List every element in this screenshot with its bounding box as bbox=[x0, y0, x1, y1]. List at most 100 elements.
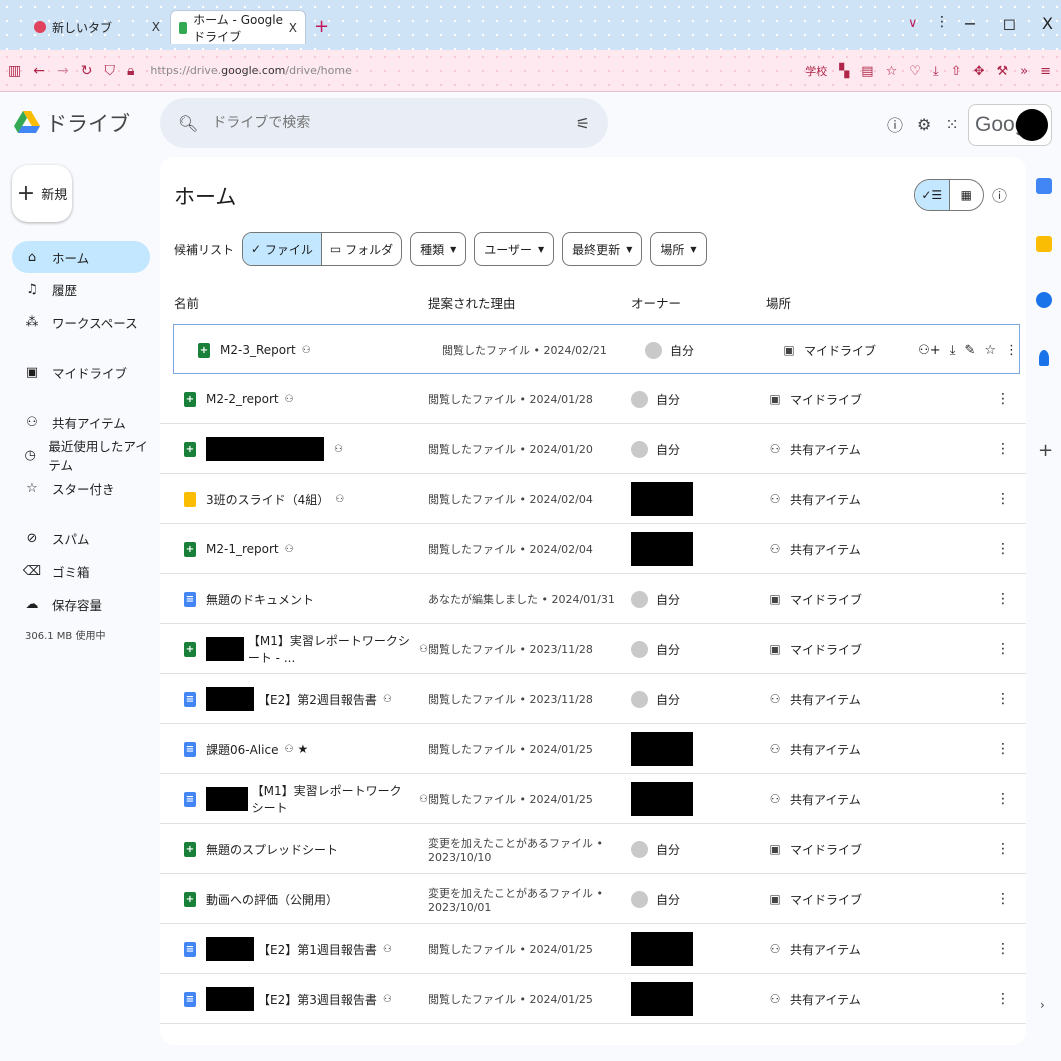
more-vert-icon[interactable]: ⋮ bbox=[996, 524, 1012, 574]
filter-chip-user[interactable]: ユーザー ▼ bbox=[474, 232, 555, 266]
more-vert-icon[interactable]: ⋮ bbox=[996, 674, 1012, 724]
search-bar[interactable]: 🔍︎ ⚟ bbox=[160, 98, 608, 148]
table-row[interactable]: ≡ 課題06-Alice ⚇ ★ 閲覧したファイル • 2024/01/25 ⚇ 共有アイテ… bbox=[160, 724, 1026, 774]
filter-chip-location[interactable]: 場所 ▼ bbox=[650, 232, 707, 266]
grid-view-button[interactable]: ▦ bbox=[950, 180, 984, 210]
extension-icon[interactable]: ▚ bbox=[839, 64, 849, 79]
more-vert-icon[interactable]: ⋮ bbox=[935, 14, 949, 30]
share-icon[interactable]: ⇧ bbox=[951, 64, 962, 79]
tab-list-icon[interactable]: ∨ bbox=[908, 16, 918, 31]
table-row[interactable]: ≡ 無題のドキュメント あなたが編集しました • 2024/01/31 自分 ▣ マイドラ… bbox=[160, 574, 1026, 624]
tab-google-drive[interactable]: ホーム - Google ドライブ X bbox=[170, 10, 306, 44]
sidebar-item-label: 共有アイテム bbox=[52, 415, 126, 431]
table-row[interactable]: ≡ 【M1】実習レポートワークシート ⚇ 閲覧したファイル • 2024/01/25 ⚇… bbox=[160, 774, 1026, 824]
table-row[interactable]: ≡ 【E2】第3週目報告書 ⚇ 閲覧したファイル • 2024/01/25 ⚇ 共有アイテ… bbox=[160, 974, 1026, 1024]
share-icon[interactable]: ⚇+ bbox=[918, 343, 941, 358]
more-vert-icon[interactable]: ⋮ bbox=[996, 574, 1012, 624]
search-input[interactable] bbox=[210, 114, 571, 132]
account-chip[interactable]: Google bbox=[968, 104, 1052, 146]
minimize-button[interactable]: − bbox=[963, 14, 976, 33]
col-name[interactable]: 名前 bbox=[174, 293, 199, 312]
download-icon[interactable]: ⤓ bbox=[950, 343, 956, 358]
menu-icon[interactable]: ≡ bbox=[1040, 64, 1051, 79]
search-options-icon[interactable]: ⚟ bbox=[576, 114, 590, 133]
keep-icon[interactable] bbox=[1036, 236, 1052, 252]
maximize-button[interactable]: ◻ bbox=[1003, 14, 1016, 33]
segment-files[interactable]: ✓ ファイル bbox=[243, 233, 322, 265]
add-addon-icon[interactable]: + bbox=[1038, 440, 1053, 461]
table-row[interactable]: ≡ 【E2】第2週目報告書 ⚇ 閲覧したファイル • 2023/11/28 自分 ⚇ 共有ア… bbox=[160, 674, 1026, 724]
new-button[interactable]: + 新規 bbox=[12, 165, 72, 222]
gear-icon[interactable]: ⚙ bbox=[917, 115, 931, 134]
tab-close-icon[interactable]: X bbox=[152, 20, 160, 34]
table-row[interactable]: 3班のスライド（4組） ⚇ 閲覧したファイル • 2024/02/04 ⚇ 共有アイテム… bbox=[160, 474, 1026, 524]
filter-chip-type[interactable]: 種類 ▼ bbox=[410, 232, 467, 266]
more-vert-icon[interactable]: ⋮ bbox=[996, 874, 1012, 924]
avatar[interactable] bbox=[1016, 109, 1048, 141]
table-row[interactable]: + 【M1】実習レポートワークシート - ... ⚇ 閲覧したファイル • 2023/… bbox=[160, 624, 1026, 674]
list-view-button[interactable]: ✓☰ bbox=[915, 180, 950, 210]
table-row[interactable]: + ⚇ 閲覧したファイル • 2024/01/20 自分 ⚇ 共有アイテム ⋮ bbox=[160, 424, 1026, 474]
calendar-icon[interactable] bbox=[1036, 178, 1052, 194]
extensions-icon[interactable]: ✥ bbox=[974, 64, 985, 79]
sidebar-item-1[interactable]: ♫ 履歴 bbox=[12, 273, 150, 305]
back-icon[interactable]: ← bbox=[33, 63, 45, 79]
more-vert-icon[interactable]: ⋮ bbox=[996, 624, 1012, 674]
table-row[interactable]: + 動画への評価（公開用） 変更を加えたことがあるファイル • 2023/10/01… bbox=[160, 874, 1026, 924]
filter-chip-modified[interactable]: 最終更新 ▼ bbox=[562, 232, 643, 266]
owner-cell: 自分 bbox=[631, 424, 761, 474]
info-icon[interactable]: ⓘ bbox=[992, 185, 1007, 206]
table-row[interactable]: + 無題のスプレッドシート 変更を加えたことがあるファイル • 2023/10/10… bbox=[160, 824, 1026, 874]
more-vert-icon[interactable]: ⋮ bbox=[996, 424, 1012, 474]
drive-logo[interactable]: ドライブ bbox=[14, 108, 130, 138]
star-icon[interactable]: ☆ bbox=[984, 343, 996, 358]
table-row[interactable]: + M2-2_report ⚇ 閲覧したファイル • 2024/01/28 自分 ▣ マイド… bbox=[160, 374, 1026, 424]
bookmark-school[interactable]: 学校 bbox=[805, 63, 827, 79]
sidebar-item-0[interactable]: ⌂ ホーム bbox=[12, 241, 150, 273]
page-title: ホーム bbox=[174, 185, 237, 209]
expand-panel-icon[interactable]: › bbox=[1040, 998, 1045, 1012]
sidebar-item-5[interactable]: ◷ 最近使用したアイテム bbox=[12, 439, 150, 473]
file-name-cell: ≡ 【E2】第2週目報告書 ⚇ bbox=[184, 674, 428, 724]
help-icon[interactable]: ⓘ bbox=[887, 112, 903, 136]
more-vert-icon[interactable]: ⋮ bbox=[996, 974, 1012, 1024]
sidebar-item-7[interactable]: ⊘ スパム bbox=[12, 522, 150, 554]
sidebar-item-8[interactable]: ⌫ ゴミ箱 bbox=[12, 555, 150, 587]
more-vert-icon[interactable]: ⋮ bbox=[996, 724, 1012, 774]
forward-icon[interactable]: → bbox=[57, 63, 69, 79]
segment-folders[interactable]: ▭ フォルダ bbox=[322, 233, 401, 265]
file-list: + M2-3_Report ⚇ 閲覧したファイル • 2024/02/21 自分 ▣ マイド… bbox=[160, 324, 1026, 1024]
url-bar[interactable]: https://drive.google.com/drive/home bbox=[150, 64, 351, 77]
table-row[interactable]: + M2-3_Report ⚇ 閲覧したファイル • 2024/02/21 自分 ▣ マイド… bbox=[173, 324, 1020, 374]
more-vert-icon[interactable]: ⋮ bbox=[996, 374, 1012, 424]
more-vert-icon[interactable]: ⋮ bbox=[996, 774, 1012, 824]
sidebar-item-6[interactable]: ☆ スター付き bbox=[12, 472, 150, 504]
contacts-icon[interactable] bbox=[1039, 350, 1049, 366]
apps-grid-icon[interactable]: ⁙ bbox=[945, 115, 958, 134]
tab-new-tab[interactable]: 新しいタブ X bbox=[26, 10, 168, 44]
more-vert-icon[interactable]: ⋮ bbox=[996, 474, 1012, 524]
sidebar-item-9[interactable]: ☁ 保存容量 bbox=[12, 588, 150, 620]
sidebar-toggle-icon[interactable]: ▥ bbox=[8, 63, 21, 79]
reload-icon[interactable]: ↻ bbox=[81, 63, 93, 79]
more-vert-icon[interactable]: ⋮ bbox=[996, 824, 1012, 874]
pocket-icon[interactable]: ♡ bbox=[909, 64, 921, 79]
tasks-icon[interactable] bbox=[1036, 292, 1052, 308]
download-icon[interactable]: ⤓ bbox=[933, 64, 939, 79]
overflow-icon[interactable]: » bbox=[1020, 64, 1028, 79]
wrench-icon[interactable]: ⚒ bbox=[996, 64, 1008, 79]
sidebar-item-3[interactable]: ▣ マイドライブ bbox=[12, 356, 150, 388]
close-window-button[interactable]: X bbox=[1042, 14, 1053, 33]
rename-icon[interactable]: ✎ bbox=[964, 343, 975, 358]
more-vert-icon[interactable]: ⋮ bbox=[1005, 343, 1018, 358]
tab-close-icon[interactable]: X bbox=[289, 21, 297, 35]
table-row[interactable]: + M2-1_report ⚇ 閲覧したファイル • 2024/02/04 ⚇ 共有アイテ… bbox=[160, 524, 1026, 574]
sidebar-item-4[interactable]: ⚇ 共有アイテム bbox=[12, 406, 150, 438]
bookmark-star-icon[interactable]: ☆ bbox=[886, 64, 898, 79]
more-vert-icon[interactable]: ⋮ bbox=[996, 924, 1012, 974]
reader-icon[interactable]: ▤ bbox=[861, 64, 873, 79]
search-icon[interactable]: 🔍︎ bbox=[178, 114, 198, 133]
table-row[interactable]: ≡ 【E2】第1週目報告書 ⚇ 閲覧したファイル • 2024/01/25 ⚇ 共有アイテ… bbox=[160, 924, 1026, 974]
sidebar-item-2[interactable]: ⁂ ワークスペース bbox=[12, 306, 150, 338]
new-tab-button[interactable]: + bbox=[314, 16, 329, 37]
